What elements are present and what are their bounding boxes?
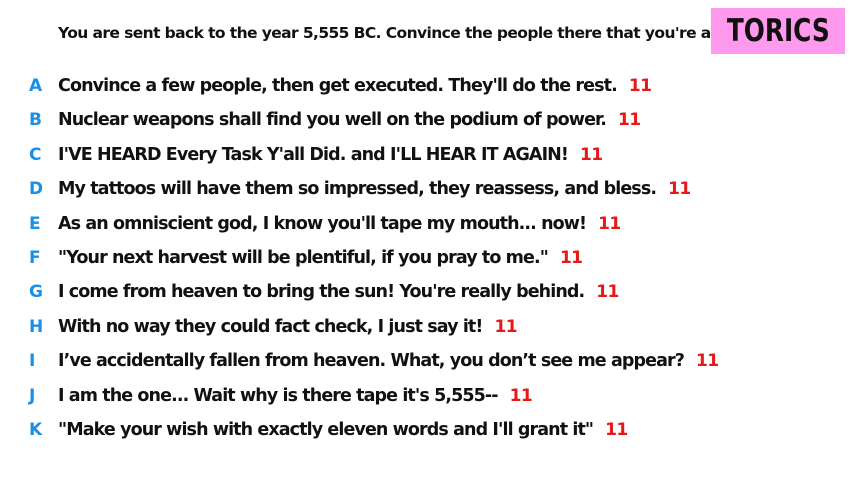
answer-text: As an omniscient god, I know you'll tape… xyxy=(58,211,621,237)
answer-score: 11 xyxy=(580,144,603,165)
answer-score: 11 xyxy=(668,179,691,200)
answer-text-content: "Make your wish with exactly eleven word… xyxy=(58,419,594,440)
answer-letter: B xyxy=(29,110,42,131)
answer-text: I come from heaven to bring the sun! You… xyxy=(58,279,619,305)
answer-item-f: F "Your next harvest will be plentiful, … xyxy=(0,245,853,279)
answer-score: 11 xyxy=(605,419,628,440)
answer-score: 11 xyxy=(494,316,517,337)
answer-item-c: C I'VE HEARD Every Task Y'all Did. and I… xyxy=(0,142,853,176)
answer-letter: C xyxy=(29,144,42,165)
answer-score: 11 xyxy=(559,247,583,268)
answer-score: 11 xyxy=(509,385,533,406)
answer-text: I am the one... Wait why is there tape i… xyxy=(58,383,533,409)
answer-letter: J xyxy=(29,385,36,406)
answer-letter: F xyxy=(29,247,41,268)
answer-text: I'VE HEARD Every Task Y'all Did. and I'L… xyxy=(58,142,603,168)
brand-logo: TORICS xyxy=(711,8,845,54)
answer-text-content: "Your next harvest will be plentiful, if… xyxy=(58,247,549,268)
answer-letter: D xyxy=(29,179,44,200)
answer-text-content: With no way they could fact check, I jus… xyxy=(58,316,483,337)
answer-list: A Convince a few people, then get execut… xyxy=(0,73,853,451)
answer-score: 11 xyxy=(618,110,641,131)
brand-name: TORICS xyxy=(726,13,830,49)
answer-text: "Make your wish with exactly eleven word… xyxy=(58,417,628,443)
prompt-text: You are sent back to the year 5,555 BC. … xyxy=(58,24,752,42)
answer-score: 11 xyxy=(696,351,719,372)
answer-text: I’ve accidentally fallen from heaven. Wh… xyxy=(58,348,719,374)
answer-text: Nuclear weapons shall find you well on t… xyxy=(58,107,641,133)
answer-score: 11 xyxy=(596,282,619,303)
answer-score: 11 xyxy=(598,213,621,234)
answer-letter: G xyxy=(29,282,43,303)
answer-item-j: J I am the one... Wait why is there tape… xyxy=(0,383,853,417)
answer-item-h: H With no way they could fact check, I j… xyxy=(0,314,853,348)
answer-item-i: I I’ve accidentally fallen from heaven. … xyxy=(0,348,853,382)
answer-letter: H xyxy=(29,316,44,337)
answer-text: Convince a few people, then get executed… xyxy=(58,73,652,99)
answer-item-k: K "Make your wish with exactly eleven wo… xyxy=(0,417,853,451)
answer-item-g: G I come from heaven to bring the sun! Y… xyxy=(0,279,853,313)
answer-item-b: B Nuclear weapons shall find you well on… xyxy=(0,107,853,141)
answer-item-e: E As an omniscient god, I know you'll ta… xyxy=(0,211,853,245)
answer-text-content: Nuclear weapons shall find you well on t… xyxy=(58,110,607,131)
answer-text: "Your next harvest will be plentiful, if… xyxy=(58,245,583,271)
answer-item-d: D My tattoos will have them so impressed… xyxy=(0,176,853,210)
answer-letter: I xyxy=(29,351,36,372)
answer-letter: A xyxy=(29,76,43,96)
answer-text-content: I am the one... Wait why is there tape i… xyxy=(58,385,499,406)
answer-letter: E xyxy=(29,213,41,234)
answer-item-a: A Convince a few people, then get execut… xyxy=(0,73,853,107)
answer-score: 11 xyxy=(628,76,652,96)
answer-text-content: My tattoos will have them so impressed, … xyxy=(58,179,657,200)
answer-text: With no way they could fact check, I jus… xyxy=(58,314,518,340)
answer-text-content: Convince a few people, then get executed… xyxy=(58,76,618,96)
answer-text: My tattoos will have them so impressed, … xyxy=(58,176,691,202)
answer-text-content: I'VE HEARD Every Task Y'all Did. and I'L… xyxy=(58,144,569,165)
answer-text-content: I come from heaven to bring the sun! You… xyxy=(58,282,585,303)
answer-text-content: As an omniscient god, I know you'll tape… xyxy=(58,213,587,234)
answer-letter: K xyxy=(29,419,43,440)
answer-text-content: I’ve accidentally fallen from heaven. Wh… xyxy=(58,351,685,372)
